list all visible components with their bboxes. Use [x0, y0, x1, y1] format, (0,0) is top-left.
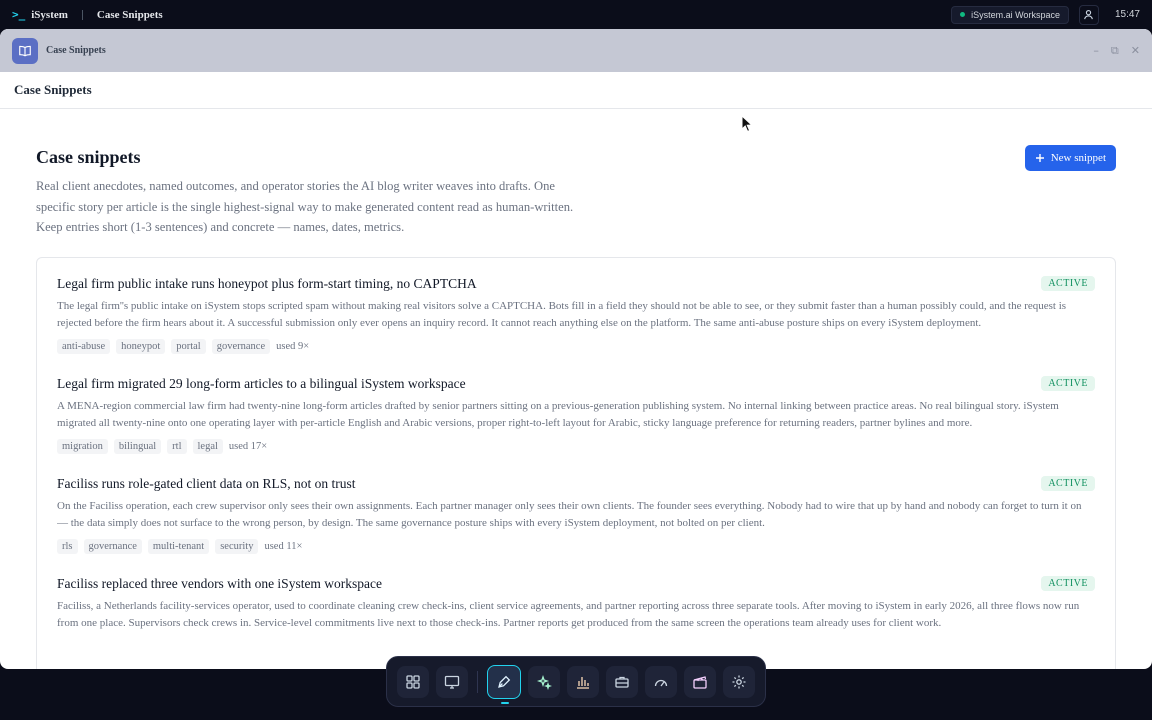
window-titlebar[interactable]: Case Snippets – ⧉ ✕ — [0, 29, 1152, 72]
main-content: Case snippets Real client anecdotes, nam… — [0, 109, 1152, 669]
book-open-icon — [12, 37, 38, 64]
workspace-name: iSystem.ai Workspace — [971, 9, 1060, 20]
snippet-card[interactable]: Faciliss replaced three vendors with one… — [57, 576, 1095, 633]
snippet-tags: migration bilingual rtl legal used 17× — [57, 438, 1095, 454]
tag: honeypot — [116, 338, 166, 354]
snippet-body: Faciliss, a Netherlands facility-service… — [57, 599, 1080, 630]
minimize-icon[interactable]: – — [1093, 44, 1099, 57]
usage-count: used 17× — [228, 440, 268, 452]
usage-count: used 11× — [264, 540, 303, 552]
pen-tool-icon[interactable] — [487, 664, 521, 704]
tag: governance — [83, 538, 142, 554]
status-badge: ACTIVE — [1041, 376, 1095, 391]
snippet-body: A MENA-region commercial law firm had tw… — [57, 399, 1059, 430]
current-app-name: Case Snippets — [96, 8, 163, 21]
user-menu-button[interactable] — [1078, 4, 1099, 25]
user-icon — [1084, 10, 1094, 20]
section-description: Real client anecdotes, named outcomes, a… — [36, 179, 574, 234]
close-icon[interactable]: ✕ — [1131, 44, 1140, 57]
mouse-cursor-icon — [741, 115, 753, 133]
brand[interactable]: >_ iSystem — [12, 8, 68, 21]
snippet-tags: anti-abuse honeypot portal governance us… — [57, 338, 1095, 354]
snippet-title: Faciliss runs role-gated client data on … — [57, 475, 356, 491]
briefcase-icon[interactable] — [606, 665, 638, 698]
dock-divider — [477, 670, 478, 693]
tag: migration — [57, 438, 108, 454]
maximize-icon[interactable]: ⧉ — [1111, 44, 1119, 58]
brand-name: iSystem — [31, 8, 68, 21]
tag: legal — [192, 438, 223, 454]
gauge-icon[interactable] — [645, 665, 677, 698]
snippet-card[interactable]: Faciliss runs role-gated client data on … — [57, 476, 1095, 554]
app-window: Case Snippets – ⧉ ✕ Case Snippets Case s… — [0, 29, 1152, 669]
workspace-status-dot — [960, 12, 966, 17]
tag: governance — [211, 338, 271, 354]
status-badge: ACTIVE — [1041, 576, 1095, 591]
snippet-body: On the Faciliss operation, each crew sup… — [57, 499, 1082, 530]
snippet-title: Legal firm public intake runs honeypot p… — [57, 275, 477, 291]
snippet-title: Faciliss replaced three vendors with one… — [57, 575, 383, 591]
snippet-body: The legal firm''s public intake on iSyst… — [57, 299, 1067, 330]
topbar-divider — [81, 9, 83, 20]
tag: multi-tenant — [147, 538, 210, 554]
system-topbar: >_ iSystem Case Snippets iSystem.ai Work… — [0, 0, 1152, 29]
usage-count: used 9× — [276, 340, 310, 352]
snippet-title: Legal firm migrated 29 long-form article… — [57, 375, 466, 391]
terminal-prompt-icon: >_ — [12, 8, 26, 21]
page-title: Case Snippets — [0, 72, 1152, 109]
snippet-card[interactable]: Legal firm public intake runs honeypot p… — [57, 276, 1095, 354]
snippet-list: Legal firm public intake runs honeypot p… — [36, 256, 1116, 669]
snippet-tags: rls governance multi-tenant security use… — [57, 538, 1095, 554]
tag: bilingual — [113, 438, 162, 454]
new-snippet-label: New snippet — [1050, 152, 1106, 164]
tag: portal — [171, 338, 206, 354]
window-title: Case Snippets — [46, 45, 106, 56]
snippet-card[interactable]: Legal firm migrated 29 long-form article… — [57, 376, 1095, 454]
status-badge: ACTIVE — [1041, 476, 1095, 491]
status-badge: ACTIVE — [1041, 276, 1095, 291]
tag: security — [215, 538, 259, 554]
tag: rls — [57, 538, 78, 554]
tag: rtl — [167, 438, 187, 454]
new-snippet-button[interactable]: New snippet — [1024, 145, 1116, 171]
monitor-icon[interactable] — [436, 665, 468, 698]
plus-icon — [1035, 154, 1044, 162]
settings-icon[interactable] — [723, 665, 755, 698]
bar-chart-icon[interactable] — [567, 665, 599, 698]
apps-grid-icon[interactable] — [397, 665, 429, 698]
clapperboard-icon[interactable] — [684, 665, 716, 698]
dock — [386, 656, 766, 707]
sparkles-icon[interactable] — [528, 665, 560, 698]
section-heading: Case snippets — [36, 147, 141, 167]
workspace-switcher[interactable]: iSystem.ai Workspace — [951, 5, 1069, 24]
clock: 15:47 — [1114, 9, 1140, 20]
tag: anti-abuse — [57, 338, 111, 354]
